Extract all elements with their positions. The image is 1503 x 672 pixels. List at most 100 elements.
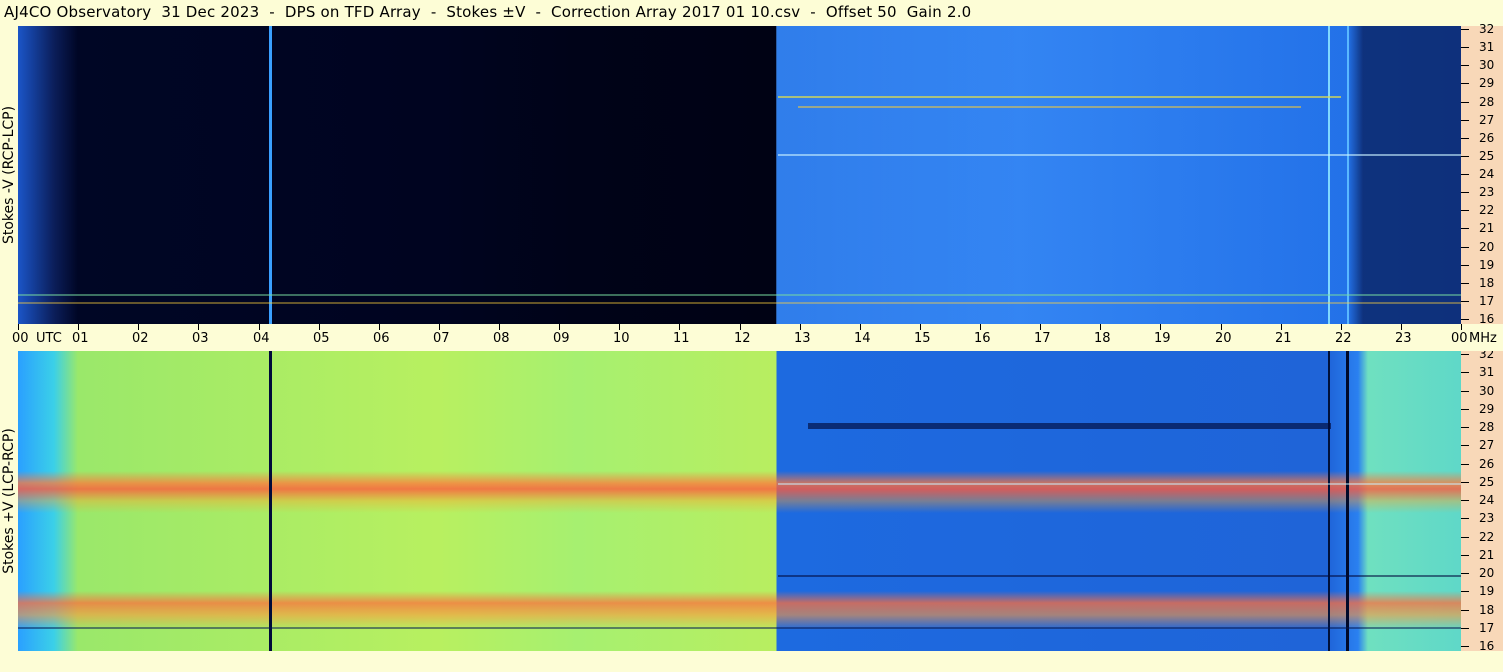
- y-tick-mark: [1461, 591, 1469, 592]
- y-tick-label: 27: [1479, 113, 1495, 127]
- x-tick-label: 05: [313, 331, 330, 346]
- y-tick-mark: [1461, 65, 1469, 66]
- x-tick-label: 21: [1275, 331, 1292, 346]
- y-tick-label: 30: [1479, 384, 1495, 398]
- x-tick-label: 20: [1215, 331, 1232, 346]
- x-tick-mark: [559, 324, 560, 330]
- y-tick-label: 23: [1479, 185, 1495, 199]
- y-tick-mark: [1461, 156, 1469, 157]
- y-tick-label: 32: [1479, 22, 1495, 36]
- y-tick-mark: [1461, 174, 1469, 175]
- x-tick-label: 14: [854, 331, 871, 346]
- x-tick-label: 23: [1395, 331, 1412, 346]
- x-tick-label: 02: [132, 331, 149, 346]
- y-tick-mark: [1461, 192, 1469, 193]
- x-tick-mark: [198, 324, 199, 330]
- x-tick-mark: [18, 324, 19, 330]
- rfi-band: [808, 423, 1331, 429]
- y-tick-label: 21: [1479, 221, 1495, 235]
- y-tick-mark: [1461, 427, 1469, 428]
- x-tick-mark: [980, 324, 981, 330]
- y-tick-label: 29: [1479, 402, 1495, 416]
- y-tick-label: 22: [1479, 203, 1495, 217]
- rfi-vertical-line: [1347, 26, 1349, 324]
- x-tick-label: 12: [734, 331, 751, 346]
- y-tick-mark: [1461, 537, 1469, 538]
- x-tick-label: 00: [12, 331, 29, 346]
- y-tick-label: 18: [1479, 276, 1495, 290]
- x-tick-mark: [499, 324, 500, 330]
- rfi-band: [778, 575, 1461, 577]
- y-tick-mark: [1461, 372, 1469, 373]
- y-tick-mark: [1461, 500, 1469, 501]
- x-tick-label: 13: [794, 331, 811, 346]
- y-tick-label: 28: [1479, 420, 1495, 434]
- y-tick-label: 26: [1479, 457, 1495, 471]
- y-tick-label: 18: [1479, 603, 1495, 617]
- x-tick-label: 00: [1451, 331, 1468, 346]
- stokes-minus-v-spectrogram: [18, 26, 1461, 324]
- y-tick-mark: [1461, 573, 1469, 574]
- x-tick-mark: [1040, 324, 1041, 330]
- bottom-panel-ylabel-wrap: Stokes +V (LCP-RCP): [0, 351, 18, 651]
- rfi-band: [798, 106, 1301, 108]
- top-panel-ylabel: Stokes -V (RCP-LCP): [1, 105, 17, 245]
- y-tick-label: 29: [1479, 76, 1495, 90]
- y-tick-label: 25: [1479, 475, 1495, 489]
- x-tick-label: 17: [1034, 331, 1051, 346]
- x-tick-mark: [1160, 324, 1161, 330]
- x-tick-mark: [920, 324, 921, 330]
- x-tick-mark: [1341, 324, 1342, 330]
- x-tick-label: 04: [253, 331, 270, 346]
- x-tick-mark: [439, 324, 440, 330]
- y-tick-label: 31: [1479, 365, 1495, 379]
- y-tick-mark: [1461, 283, 1469, 284]
- y-tick-mark: [1461, 247, 1469, 248]
- y-tick-label: 17: [1479, 621, 1495, 635]
- y-tick-label: 28: [1479, 95, 1495, 109]
- y-tick-mark: [1461, 138, 1469, 139]
- x-tick-mark: [1401, 324, 1402, 330]
- x-tick-label: 16: [974, 331, 991, 346]
- rfi-band: [778, 483, 1461, 485]
- x-tick-label: 22: [1335, 331, 1352, 346]
- x-tick-mark: [1221, 324, 1222, 330]
- x-tick-label: 11: [673, 331, 690, 346]
- y-tick-mark: [1461, 228, 1469, 229]
- y-tick-mark: [1461, 319, 1469, 320]
- x-tick-label: 01: [72, 331, 89, 346]
- y-tick-label: 16: [1479, 639, 1495, 653]
- x-tick-label: 03: [192, 331, 209, 346]
- x-tick-label: 19: [1154, 331, 1171, 346]
- x-tick-mark: [319, 324, 320, 330]
- y-tick-label: 30: [1479, 58, 1495, 72]
- chart-title: AJ4CO Observatory 31 Dec 2023 - DPS on T…: [4, 3, 972, 21]
- y-tick-label: 26: [1479, 131, 1495, 145]
- x-tick-label: 06: [373, 331, 390, 346]
- y-tick-mark: [1461, 210, 1469, 211]
- y-tick-mark: [1461, 646, 1469, 647]
- rfi-band: [778, 96, 1341, 98]
- y-tick-label: 20: [1479, 240, 1495, 254]
- y-tick-label: 17: [1479, 294, 1495, 308]
- y-tick-mark: [1461, 47, 1469, 48]
- y-tick-mark: [1461, 518, 1469, 519]
- y-tick-mark: [1461, 83, 1469, 84]
- x-tick-label: 08: [493, 331, 510, 346]
- y-tick-mark: [1461, 409, 1469, 410]
- x-tick-mark: [619, 324, 620, 330]
- y-tick-label: 20: [1479, 566, 1495, 580]
- y-tick-label: 22: [1479, 530, 1495, 544]
- utc-time-axis: 00 01 02 03 04 05 06 07 08 09 10 11 12 13 14 15 16 17 18 19…: [0, 324, 1503, 351]
- y-tick-label: 27: [1479, 438, 1495, 452]
- rfi-band: [18, 302, 1461, 304]
- bottom-frequency-axis: 32 31 30 29 28 27 26 25 24 23 22 21 20 19 18 17 16: [1461, 348, 1503, 653]
- y-tick-mark: [1461, 464, 1469, 465]
- x-tick-label: 15: [914, 331, 931, 346]
- x-tick-mark: [740, 324, 741, 330]
- rfi-vertical-line: [269, 351, 272, 651]
- x-tick-mark: [860, 324, 861, 330]
- y-tick-label: 25: [1479, 149, 1495, 163]
- y-tick-label: 31: [1479, 40, 1495, 54]
- x-tick-mark: [1281, 324, 1282, 330]
